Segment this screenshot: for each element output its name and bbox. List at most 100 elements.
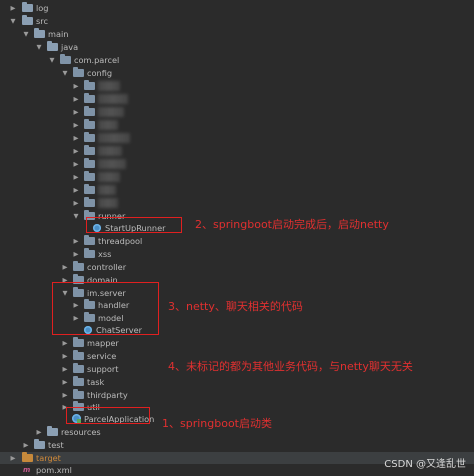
chevron-right-icon[interactable]: ▶ (72, 184, 80, 196)
chevron-down-icon[interactable]: ▼ (35, 41, 43, 53)
tree-item-label: threadpool (98, 236, 143, 246)
tree-item-label: pom.xml (36, 465, 72, 475)
chevron-right-icon[interactable]: ▶ (72, 132, 80, 144)
tree-item-label: thirdparty (87, 390, 128, 400)
tree-item-test[interactable]: ▶ test (0, 439, 474, 451)
package-icon (84, 106, 95, 116)
annotation-1: 1、springboot启动类 (162, 417, 272, 430)
tree-item-thirdparty[interactable]: ▶ thirdparty (0, 389, 474, 401)
package-icon (73, 67, 84, 77)
chevron-right-icon[interactable]: ▶ (72, 80, 80, 92)
package-icon (84, 158, 95, 168)
package-icon (73, 389, 84, 399)
blurred-label (98, 107, 124, 117)
package-icon (73, 376, 84, 386)
tree-item-controller[interactable]: ▶ controller (0, 261, 474, 273)
tree-item-label: src (36, 16, 48, 26)
highlight-box-parcel-application (66, 407, 150, 424)
tree-item-com-parcel[interactable]: ▼ com.parcel (0, 54, 474, 66)
chevron-down-icon[interactable]: ▼ (48, 54, 56, 66)
package-icon (60, 54, 71, 64)
chevron-right-icon[interactable]: ▶ (35, 426, 43, 438)
chevron-right-icon[interactable]: ▶ (22, 439, 30, 451)
excluded-folder-icon (22, 452, 33, 462)
tree-item-blurred[interactable]: ▶ (0, 197, 474, 209)
package-icon (84, 132, 95, 142)
blurred-label (98, 172, 120, 182)
package-icon (84, 80, 95, 90)
folder-icon (34, 28, 45, 38)
tree-item-blurred[interactable]: ▶ (0, 80, 474, 92)
blurred-label (98, 185, 116, 195)
annotation-4: 4、未标记的都为其他业务代码，与netty聊天无关 (168, 360, 413, 373)
annotation-3: 3、netty、聊天相关的代码 (168, 300, 303, 313)
chevron-right-icon[interactable]: ▶ (72, 171, 80, 183)
folder-icon (22, 15, 33, 25)
project-tree: ▶ log ▼ src ▼ main ▼ java ▼ com.parcel ▼… (0, 0, 474, 476)
chevron-right-icon[interactable]: ▶ (9, 452, 17, 464)
tree-item-blurred[interactable]: ▶ (0, 171, 474, 183)
chevron-right-icon[interactable]: ▶ (61, 389, 69, 401)
tree-item-label: resources (61, 427, 101, 437)
package-icon (84, 171, 95, 181)
tree-item-label: java (61, 42, 79, 52)
tree-item-label: controller (87, 262, 127, 272)
chevron-down-icon[interactable]: ▼ (9, 15, 17, 27)
tree-item-label: config (87, 68, 113, 78)
blurred-label (98, 94, 128, 104)
blurred-label (98, 146, 122, 156)
tree-item-blurred[interactable]: ▶ (0, 106, 474, 118)
chevron-right-icon[interactable]: ▶ (61, 376, 69, 388)
package-icon (84, 119, 95, 129)
chevron-down-icon[interactable]: ▼ (61, 67, 69, 79)
tree-item-main[interactable]: ▼ main (0, 28, 474, 40)
chevron-right-icon[interactable]: ▶ (72, 119, 80, 131)
chevron-right-icon[interactable]: ▶ (9, 2, 17, 14)
folder-icon (22, 2, 33, 12)
blurred-label (98, 198, 118, 208)
chevron-right-icon[interactable]: ▶ (61, 350, 69, 362)
package-icon (84, 145, 95, 155)
tree-item-blurred[interactable]: ▶ (0, 93, 474, 105)
chevron-right-icon[interactable]: ▶ (61, 261, 69, 273)
package-icon (84, 248, 95, 258)
chevron-right-icon[interactable]: ▶ (61, 363, 69, 375)
tree-item-mapper[interactable]: ▶ mapper (0, 337, 474, 349)
chevron-right-icon[interactable]: ▶ (72, 235, 80, 247)
package-icon (73, 261, 84, 271)
chevron-right-icon[interactable]: ▶ (72, 248, 80, 260)
chevron-right-icon[interactable]: ▶ (72, 197, 80, 209)
chevron-down-icon[interactable]: ▼ (22, 28, 30, 40)
chevron-right-icon[interactable]: ▶ (61, 337, 69, 349)
tree-item-log[interactable]: ▶ log (0, 2, 474, 14)
chevron-right-icon[interactable]: ▶ (72, 145, 80, 157)
package-icon (84, 197, 95, 207)
chevron-down-icon[interactable]: ▼ (72, 210, 80, 222)
tree-item-threadpool[interactable]: ▶ threadpool (0, 235, 474, 247)
annotation-2: 2、springboot启动完成后，启动netty (195, 218, 389, 231)
tree-item-label: log (36, 3, 49, 13)
tree-item-label: mapper (87, 338, 119, 348)
tree-item-label: main (48, 29, 69, 39)
tree-item-blurred[interactable]: ▶ (0, 158, 474, 170)
package-icon (84, 235, 95, 245)
tree-item-label: com.parcel (74, 55, 120, 65)
tree-item-blurred[interactable]: ▶ (0, 119, 474, 131)
package-icon (84, 93, 95, 103)
tree-item-blurred[interactable]: ▶ (0, 145, 474, 157)
tree-item-java[interactable]: ▼ java (0, 41, 474, 53)
tree-item-label: service (87, 351, 117, 361)
tree-item-label: target (36, 453, 61, 463)
chevron-right-icon[interactable]: ▶ (72, 106, 80, 118)
chevron-right-icon[interactable]: ▶ (72, 93, 80, 105)
tree-item-task[interactable]: ▶ task (0, 376, 474, 388)
source-folder-icon (47, 41, 58, 51)
watermark: CSDN @又逢乱世 (384, 459, 466, 470)
tree-item-config[interactable]: ▼ config (0, 67, 474, 79)
tree-item-xss[interactable]: ▶ xss (0, 248, 474, 260)
chevron-right-icon[interactable]: ▶ (72, 158, 80, 170)
tree-item-blurred[interactable]: ▶ (0, 132, 474, 144)
tree-item-src[interactable]: ▼ src (0, 15, 474, 27)
highlight-box-startup-runner (86, 217, 182, 233)
tree-item-blurred[interactable]: ▶ (0, 184, 474, 196)
